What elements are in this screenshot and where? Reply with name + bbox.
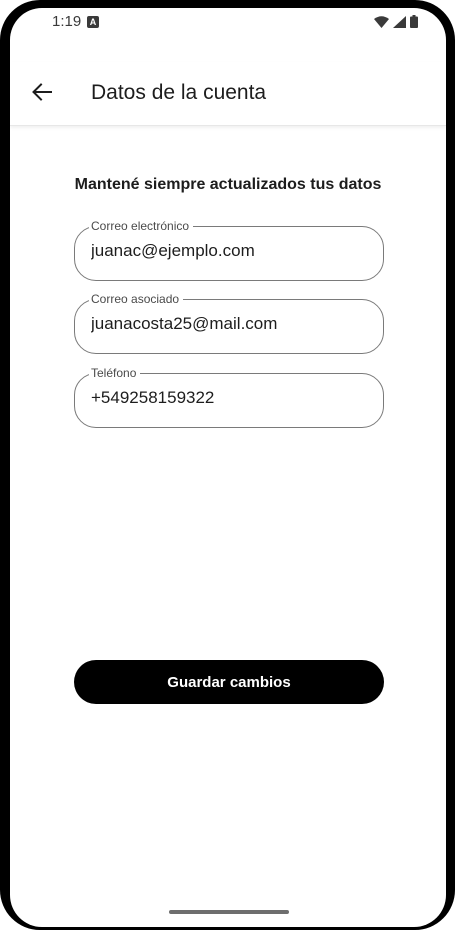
associated-email-field-label: Correo asociado [89, 291, 184, 307]
wifi-icon [374, 15, 389, 33]
app-bar: Datos de la cuenta [10, 62, 446, 126]
status-icons [374, 15, 418, 33]
associated-email-field[interactable]: Correo asociado [74, 291, 384, 354]
screen: 1:19 A Datos de la cuenta Mantené siempr… [10, 8, 446, 927]
status-bar: 1:19 A [10, 8, 446, 42]
page-title: Datos de la cuenta [91, 81, 267, 104]
email-field-label: Correo electrónico [89, 218, 194, 234]
email-input[interactable] [91, 241, 371, 261]
status-time: 1:19 [52, 13, 82, 30]
arrow-left-icon [32, 82, 52, 106]
phone-field[interactable]: Teléfono [74, 365, 384, 428]
save-changes-button[interactable]: Guardar cambios [74, 660, 384, 704]
phone-field-label: Teléfono [89, 365, 141, 381]
associated-email-input[interactable] [91, 314, 371, 334]
home-indicator[interactable] [169, 910, 289, 914]
battery-icon [410, 15, 418, 33]
phone-input[interactable] [91, 388, 371, 408]
email-field[interactable]: Correo electrónico [74, 218, 384, 281]
section-subtitle: Mantené siempre actualizados tus datos [74, 176, 382, 193]
notification-a-icon: A [87, 16, 99, 28]
signal-icon [393, 15, 406, 33]
device-frame: 1:19 A Datos de la cuenta Mantené siempr… [0, 0, 455, 930]
back-button[interactable] [28, 80, 56, 108]
